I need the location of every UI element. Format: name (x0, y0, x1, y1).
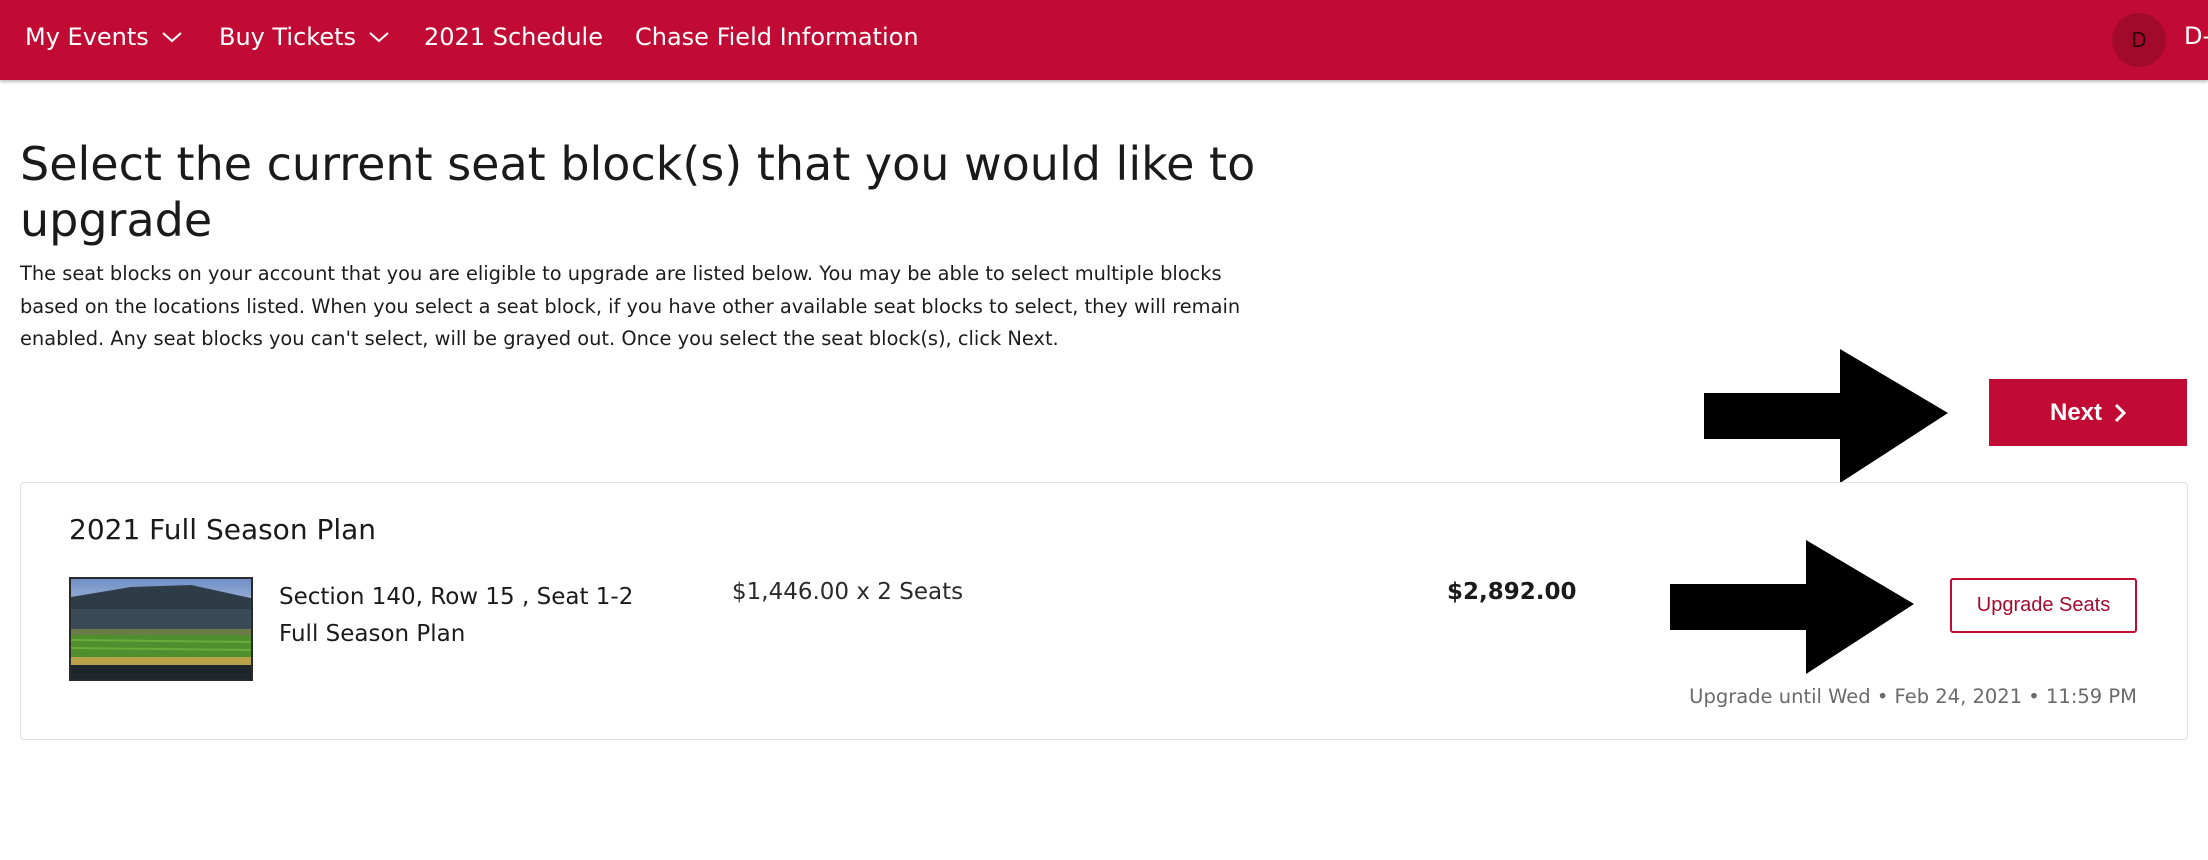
seat-block-card[interactable]: 2021 Full Season Plan Section 140, Row 1… (20, 482, 2188, 740)
total-price: $2,892.00 (1447, 579, 1577, 605)
chevron-down-icon (369, 32, 389, 43)
seat-location: Section 140, Row 15 , Seat 1-2 (279, 584, 634, 610)
top-nav-bar: My Events Buy Tickets 2021 Schedule Chas… (0, 0, 2208, 80)
nav-buy-tickets[interactable]: Buy Tickets (219, 0, 390, 74)
chevron-right-icon (2114, 403, 2127, 422)
nav-buy-tickets-label: Buy Tickets (219, 23, 357, 51)
price-per-seat: $1,446.00 x 2 Seats (732, 579, 964, 605)
next-button-label: Next (2049, 398, 2103, 426)
nav-chase-field-information[interactable]: Chase Field Information (635, 0, 919, 74)
upgrade-deadline: Upgrade until Wed • Feb 24, 2021 • 11:59… (1689, 685, 2137, 708)
avatar-initial: D (2131, 28, 2147, 52)
avatar[interactable]: D (2112, 13, 2166, 67)
upgrade-seats-button[interactable]: Upgrade Seats (1950, 578, 2137, 633)
nav-my-events[interactable]: My Events (25, 0, 183, 74)
nav-2021-schedule-label: 2021 Schedule (424, 23, 603, 51)
nav-my-events-label: My Events (25, 23, 149, 51)
right-arrow-icon (1670, 540, 1914, 674)
chevron-down-icon (162, 32, 182, 43)
nav-chase-field-information-label: Chase Field Information (635, 23, 919, 51)
stadium-field-photo (69, 577, 253, 681)
intro-text: The seat blocks on your account that you… (20, 262, 1241, 350)
plan-title: 2021 Full Season Plan (69, 513, 377, 546)
right-arrow-icon (1704, 349, 1948, 483)
plan-name: Full Season Plan (279, 621, 466, 647)
next-button[interactable]: Next (1989, 379, 2187, 446)
page-title: Select the current seat block(s) that yo… (20, 137, 1256, 247)
seat-description: Section 140, Row 15 , Seat 1-2 Full Seas… (279, 579, 679, 653)
nav-2021-schedule[interactable]: 2021 Schedule (424, 0, 603, 74)
account-label[interactable]: D- (2184, 22, 2208, 50)
